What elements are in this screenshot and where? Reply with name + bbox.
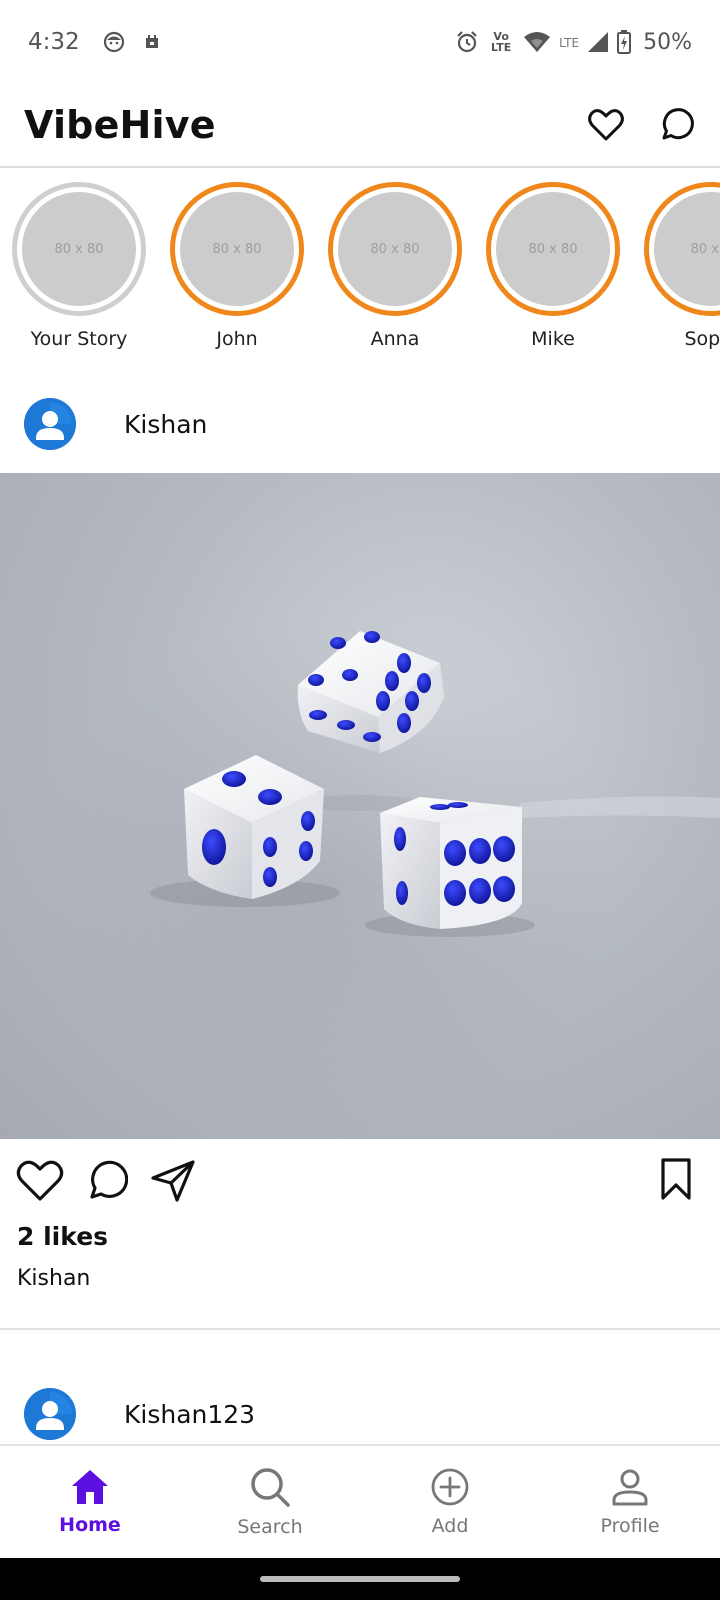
nav-label: Search [237,1516,303,1538]
profile-icon [610,1467,650,1511]
gesture-handle[interactable] [260,1576,460,1582]
story-ring: 80 x 80 [486,182,620,316]
die-right-icon [380,797,522,929]
app-screen: 4:32 Vo LTE LTE 50% VibeHive 80 x 80 You… [0,0,720,1600]
post-username[interactable]: Kishan123 [124,1400,255,1429]
calendar-notification-icon [140,30,164,54]
stories-row: 80 x 80 Your Story 80 x 80 John 80 x 80 … [0,182,720,362]
story-avatar-placeholder: 80 x 80 [22,192,136,306]
post-actions-right [660,1157,704,1205]
nav-label: Add [431,1515,469,1537]
story-name: Mike [531,328,575,350]
story-your-story[interactable]: 80 x 80 Your Story [0,182,158,362]
status-bar: 4:32 Vo LTE LTE 50% [0,0,720,84]
user-avatar-icon[interactable] [24,398,76,450]
story-anna[interactable]: 80 x 80 Anna [316,182,474,362]
status-right-cluster: Vo LTE LTE 50% [455,30,692,55]
app-header: VibeHive [0,84,720,168]
notifications-heart-icon[interactable] [588,108,624,142]
story-ring: 80 x 80 [170,182,304,316]
user-avatar-icon[interactable] [24,1388,76,1440]
story-john[interactable]: 80 x 80 John [158,182,316,362]
story-ring: 80 x 80 [328,182,462,316]
post-divider [0,1328,720,1330]
battery-percent: 50% [643,29,692,55]
story-name: Anna [370,328,420,350]
story-name: Sophi [684,328,720,350]
nav-search[interactable]: Search [180,1446,360,1558]
add-circle-icon [430,1467,470,1511]
wifi-icon [524,32,551,52]
story-ring: 80 x 80 [12,182,146,316]
search-icon [249,1466,291,1512]
nav-label: Home [59,1514,121,1536]
story-avatar-placeholder: 80 x 80 [338,192,452,306]
post-username[interactable]: Kishan [124,410,207,439]
story-avatar-placeholder: 80 x 80 [496,192,610,306]
nav-home[interactable]: Home [0,1446,180,1558]
system-gesture-bar [0,1558,720,1600]
nav-profile[interactable]: Profile [540,1446,720,1558]
bookmark-icon[interactable] [660,1157,692,1201]
face-notification-icon [102,30,126,54]
post-image-dice[interactable] [0,473,720,1139]
story-avatar-placeholder: 80 x 8 [654,192,720,306]
story-avatar-placeholder: 80 x 80 [180,192,294,306]
caption-username[interactable]: Kishan [17,1266,90,1291]
story-name: John [216,328,258,350]
story-mike[interactable]: 80 x 80 Mike [474,182,632,362]
nav-label: Profile [600,1515,660,1537]
comment-icon[interactable] [86,1160,128,1202]
network-type: LTE [559,35,580,50]
signal-icon [588,32,609,52]
battery-icon [617,30,632,54]
post-actions-left [16,1159,196,1203]
home-icon [70,1468,110,1510]
story-ring: 80 x 8 [644,182,720,316]
app-title: VibeHive [24,103,216,147]
send-icon[interactable] [150,1159,196,1203]
likes-count[interactable]: 2 likes [17,1222,108,1251]
post-header: Kishan [0,382,720,466]
post-actions [0,1150,720,1212]
story-name: Your Story [30,328,128,350]
messages-chat-icon[interactable] [658,107,694,143]
like-heart-icon[interactable] [16,1159,64,1203]
header-actions [588,107,696,143]
nav-add[interactable]: Add [360,1446,540,1558]
alarm-icon [457,31,477,53]
volte-icon: Vo LTE [491,30,512,54]
status-time: 4:32 [28,29,80,55]
story-sophi[interactable]: 80 x 8 Sophi [632,182,720,362]
bottom-navigation: Home Search Add Profile [0,1444,720,1558]
